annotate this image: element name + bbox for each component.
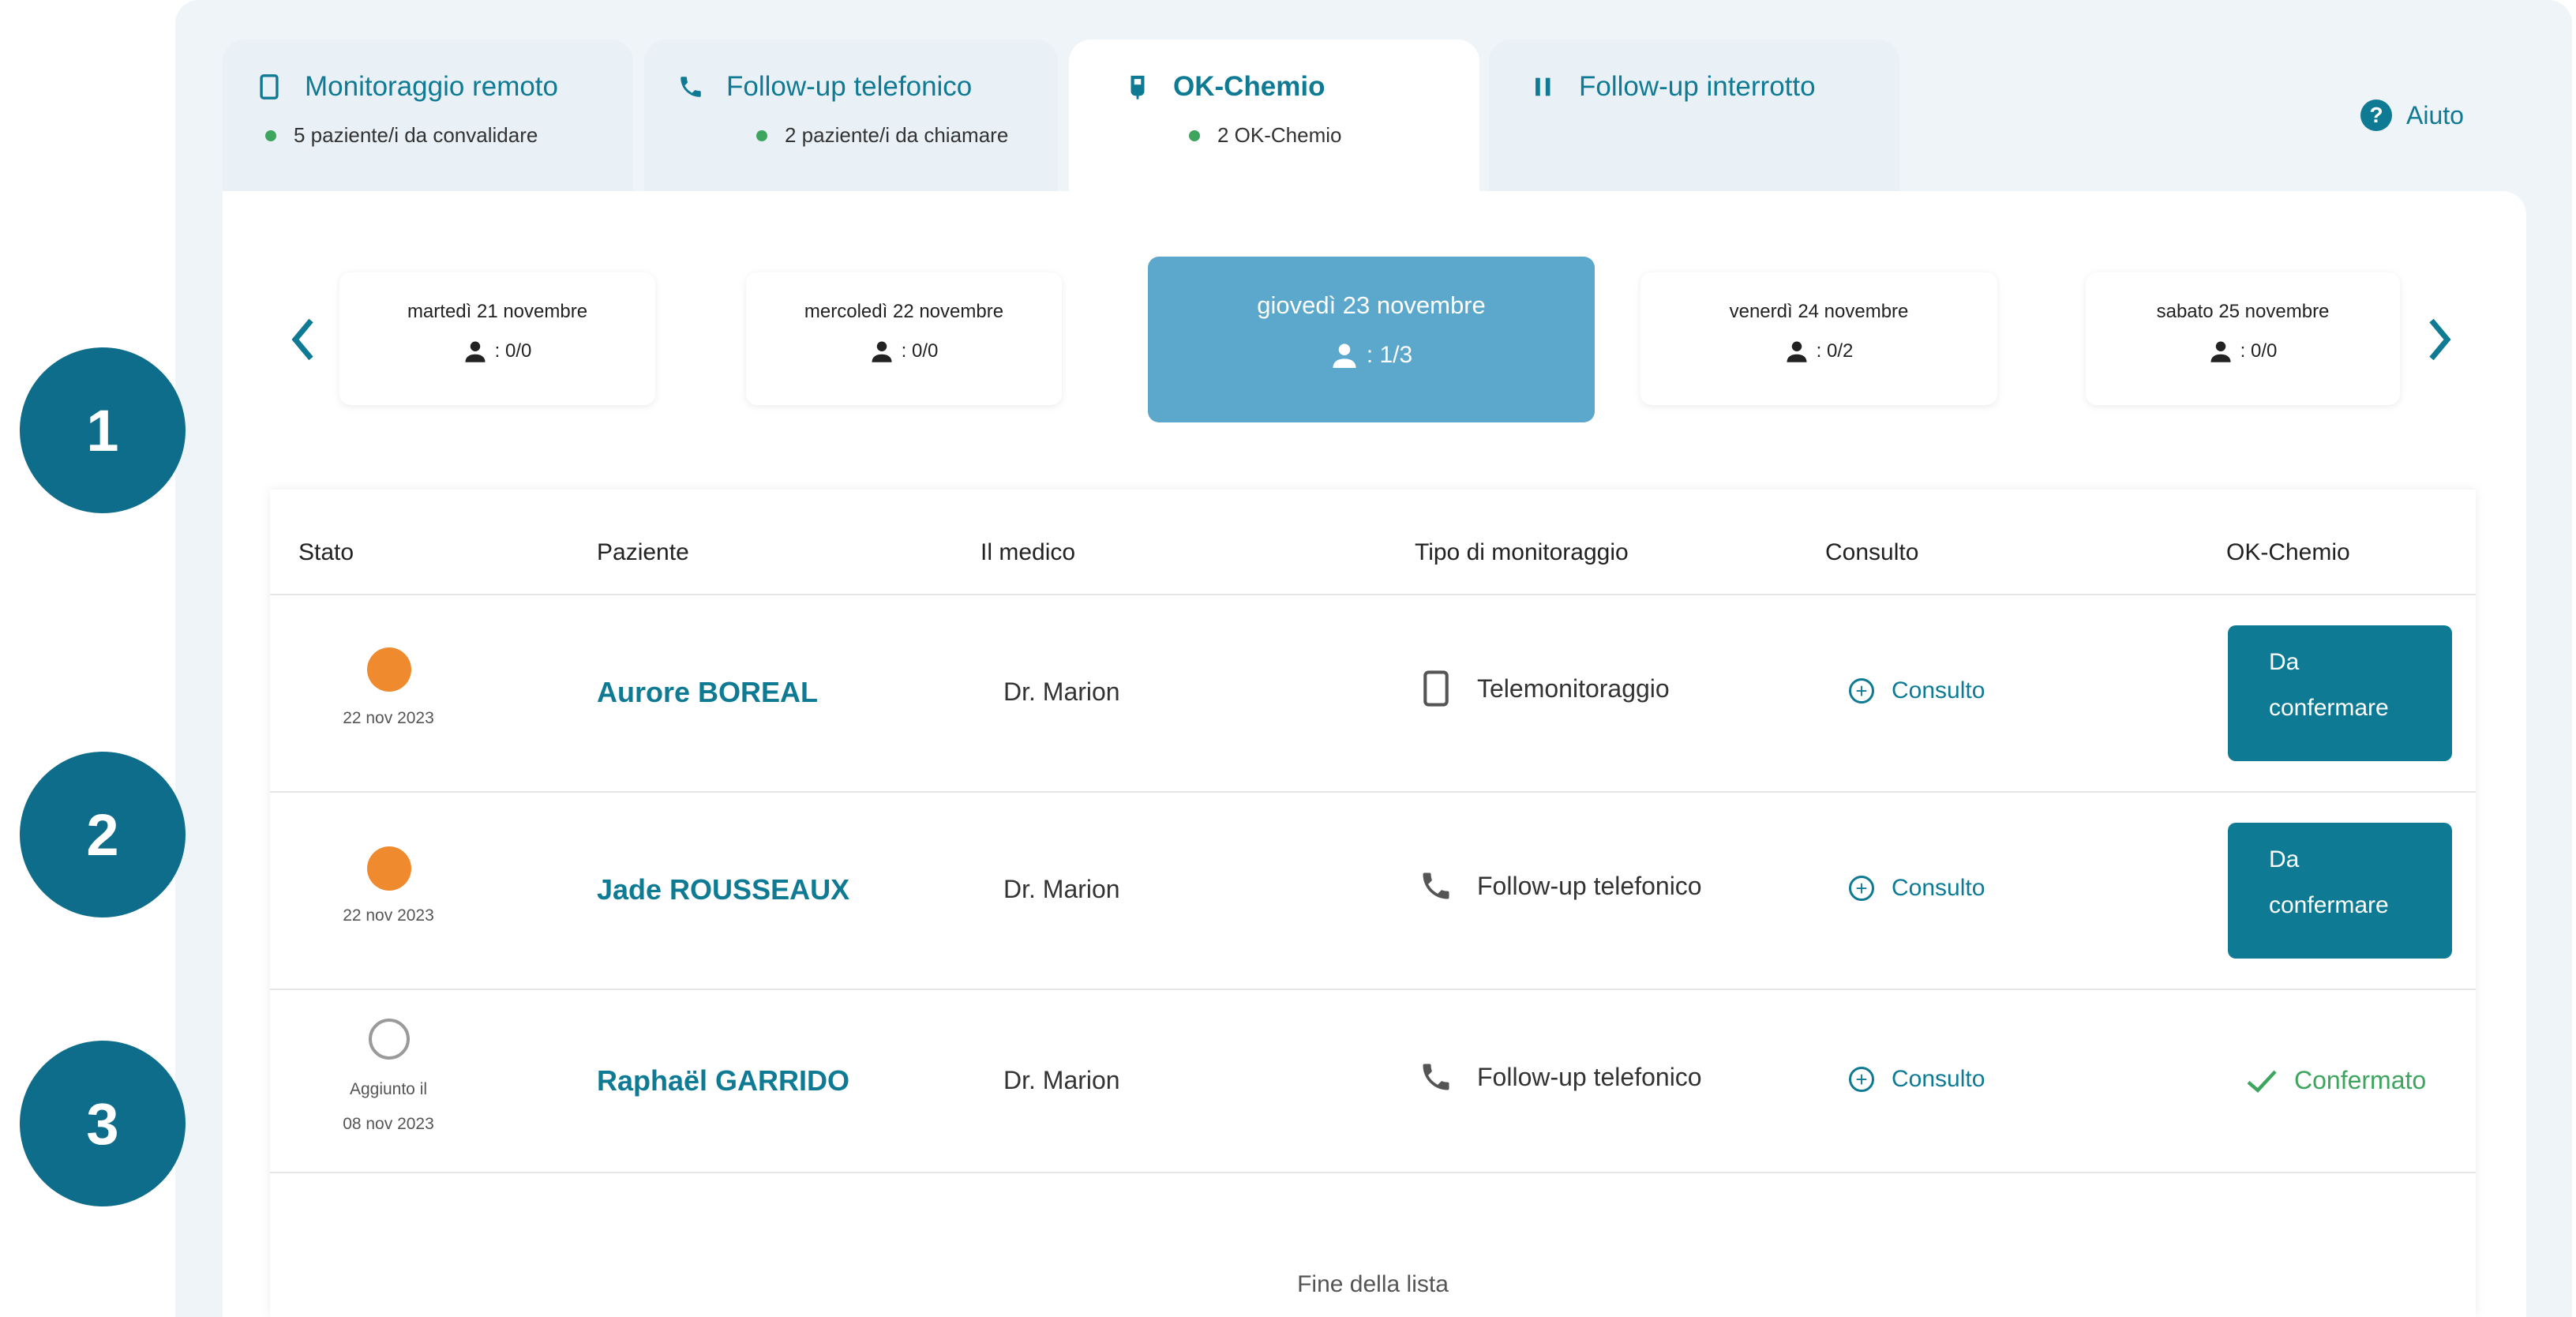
pause-icon	[1535, 77, 1550, 96]
status-indicator	[367, 846, 411, 891]
divider	[270, 989, 2476, 990]
consulto-label: Consulto	[1892, 1066, 1985, 1092]
person-icon	[465, 341, 486, 362]
doctor-name: Dr. Marion	[1003, 875, 1120, 903]
chevron-left-icon[interactable]	[287, 316, 319, 363]
tab-subtitle: 2 OK-Chemio	[1217, 123, 1342, 147]
annotation-badge-2: 2	[20, 752, 186, 917]
confirmed-label: Confermato	[2294, 1066, 2427, 1094]
mobile-icon	[260, 74, 279, 99]
check-icon	[2247, 1070, 2277, 1093]
status-dot	[756, 129, 767, 141]
confirm-button[interactable]: Da confermare	[2228, 625, 2452, 761]
header-patient: Paziente	[597, 539, 689, 565]
confirm-line2: confermare	[2269, 695, 2389, 721]
patient-name-link[interactable]: Aurore BOREAL	[597, 676, 818, 709]
header-consult: Consulto	[1825, 539, 1919, 565]
tab-follow-up-interrotto[interactable]: Follow-up interrotto	[1489, 39, 1899, 197]
day-count: : 0/2	[1816, 340, 1854, 362]
help-label: Aiuto	[2406, 100, 2464, 129]
day-card[interactable]: martedì 21 novembre : 0/0	[339, 272, 655, 405]
confirmed-status: Confermato	[2245, 1066, 2426, 1095]
confirm-line1: Da	[2269, 649, 2300, 675]
day-label: mercoledì 22 novembre	[804, 301, 1004, 322]
phone-icon	[1423, 872, 1449, 899]
help-link[interactable]: ? Aiuto	[2360, 99, 2464, 131]
person-icon	[1333, 343, 1356, 368]
person-icon	[872, 341, 892, 362]
monitoring-type: Follow-up telefonico	[1419, 1058, 1702, 1096]
day-card[interactable]: mercoledì 22 novembre : 0/0	[746, 272, 1062, 405]
consulto-button[interactable]: + Consulto	[1849, 1066, 1985, 1093]
header-status: Stato	[298, 539, 354, 565]
day-count: : 0/0	[494, 340, 532, 362]
tab-subtitle: 2 paziente/i da chiamare	[785, 123, 1009, 147]
confirm-line2: confermare	[2269, 892, 2389, 918]
header-doctor: Il medico	[981, 539, 1076, 565]
header-okchemio: OK-Chemio	[2226, 539, 2350, 565]
day-count: : 1/3	[1366, 342, 1413, 368]
status-dot	[265, 129, 276, 141]
tab-follow-up-telefonico[interactable]: Follow-up telefonico 2 paziente/i da chi…	[644, 39, 1058, 197]
consulto-button[interactable]: + Consulto	[1849, 875, 1985, 902]
person-icon	[2210, 341, 2231, 362]
patient-name-link[interactable]: Raphaël GARRIDO	[597, 1064, 849, 1098]
phone-icon	[681, 77, 701, 97]
header-monitoring: Tipo di monitoraggio	[1415, 539, 1629, 565]
plus-circle-icon: +	[1849, 876, 1874, 901]
monitoring-label: Telemonitoraggio	[1477, 674, 1670, 703]
day-card-selected[interactable]: giovedì 23 novembre : 1/3	[1148, 257, 1595, 422]
consulto-button[interactable]: + Consulto	[1849, 677, 1985, 704]
phone-icon	[1423, 1064, 1449, 1090]
day-count: : 0/0	[901, 340, 939, 362]
monitoring-type: Telemonitoraggio	[1419, 670, 1670, 707]
monitoring-type: Follow-up telefonico	[1419, 867, 1702, 905]
status-date: 22 nov 2023	[343, 906, 434, 925]
consulto-label: Consulto	[1892, 677, 1985, 704]
status-indicator	[367, 647, 411, 692]
mobile-icon	[1423, 670, 1449, 707]
tab-ok-chemio[interactable]: OK-Chemio 2 OK-Chemio	[1069, 39, 1479, 197]
tab-label: OK-Chemio	[1173, 71, 1325, 102]
doctor-name: Dr. Marion	[1003, 1066, 1120, 1094]
day-label: martedì 21 novembre	[407, 301, 588, 322]
tab-subtitle: 5 paziente/i da convalidare	[294, 123, 538, 147]
plus-circle-icon: +	[1849, 1067, 1874, 1092]
day-label: sabato 25 novembre	[2156, 301, 2330, 322]
monitoring-label: Follow-up telefonico	[1477, 1062, 1702, 1091]
end-of-list: Fine della lista	[1297, 1271, 1449, 1297]
status-date: Aggiunto il 08 nov 2023	[309, 1072, 467, 1142]
divider	[270, 1172, 2476, 1173]
divider	[270, 594, 2476, 595]
day-card[interactable]: sabato 25 novembre : 0/0	[2086, 272, 2400, 405]
day-count: : 0/0	[2240, 340, 2278, 362]
status-date: 22 nov 2023	[343, 709, 434, 727]
monitoring-label: Follow-up telefonico	[1477, 871, 1702, 900]
tab-label: Follow-up interrotto	[1579, 71, 1816, 102]
status-dot	[1189, 129, 1200, 141]
day-label: venerdì 24 novembre	[1729, 301, 1909, 322]
day-label: giovedì 23 novembre	[1257, 291, 1486, 319]
person-icon	[1787, 341, 1807, 362]
question-icon: ?	[2360, 99, 2392, 131]
consulto-label: Consulto	[1892, 875, 1985, 901]
annotation-badge-3: 3	[20, 1041, 186, 1206]
patient-table: Stato Paziente Il medico Tipo di monitor…	[270, 490, 2476, 1317]
annotation-badge-1: 1	[20, 347, 186, 513]
chevron-right-icon[interactable]	[2424, 316, 2455, 363]
doctor-name: Dr. Marion	[1003, 677, 1120, 706]
plus-circle-icon: +	[1849, 678, 1874, 704]
tab-label: Follow-up telefonico	[726, 71, 973, 102]
status-date-line1: Aggiunto il	[349, 1080, 428, 1098]
confirm-button[interactable]: Da confermare	[2228, 823, 2452, 959]
status-indicator	[369, 1019, 410, 1060]
day-card[interactable]: venerdì 24 novembre : 0/2	[1640, 272, 1997, 405]
confirm-line1: Da	[2269, 846, 2300, 872]
patient-name-link[interactable]: Jade ROUSSEAUX	[597, 873, 849, 906]
status-date-line2: 08 nov 2023	[343, 1115, 434, 1133]
tab-label: Monitoraggio remoto	[305, 71, 558, 102]
divider	[270, 791, 2476, 793]
iv-bag-icon	[1131, 75, 1145, 99]
tab-monitoraggio-remoto[interactable]: Monitoraggio remoto 5 paziente/i da conv…	[223, 39, 633, 197]
